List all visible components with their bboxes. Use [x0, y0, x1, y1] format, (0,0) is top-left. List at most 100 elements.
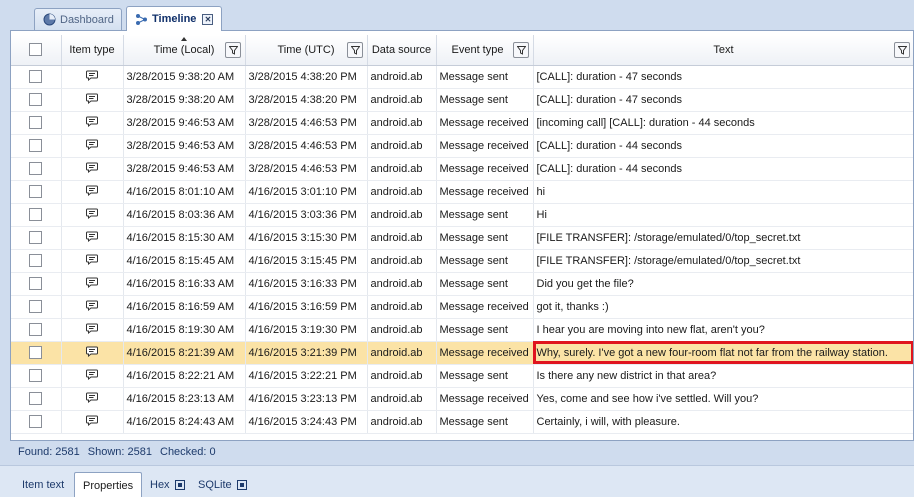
table-row[interactable]: 3/28/2015 9:38:20 AM 3/28/2015 4:38:20 PM…	[11, 88, 913, 112]
row-checkbox-cell[interactable]	[11, 387, 62, 411]
row-checkbox[interactable]	[29, 93, 43, 106]
row-checkbox-cell[interactable]	[11, 203, 62, 227]
event-type-cell: Message sent	[436, 203, 534, 227]
time-local-cell: 3/28/2015 9:38:20 AM	[123, 65, 246, 89]
tab-item-text[interactable]: Item text	[14, 472, 72, 497]
row-checkbox[interactable]	[29, 162, 43, 175]
row-checkbox-cell[interactable]	[11, 295, 62, 319]
row-checkbox[interactable]	[29, 323, 43, 336]
header-time-utc[interactable]: Time (UTC)	[245, 35, 368, 66]
time-local-cell: 4/16/2015 8:21:39 AM	[123, 341, 246, 365]
filter-time-local-button[interactable]	[224, 42, 241, 58]
message-icon	[86, 323, 98, 337]
table-row[interactable]: 3/28/2015 9:46:53 AM 3/28/2015 4:46:53 PM…	[11, 134, 913, 158]
tab-properties[interactable]: Properties	[74, 472, 143, 497]
table-row[interactable]: 4/16/2015 8:22:21 AM 4/16/2015 3:22:21 PM…	[11, 364, 913, 388]
data-source-cell: android.ab	[367, 410, 437, 434]
row-checkbox[interactable]	[29, 208, 43, 221]
row-checkbox[interactable]	[29, 70, 43, 83]
table-row[interactable]: 4/16/2015 8:03:36 AM 4/16/2015 3:03:36 PM…	[11, 203, 913, 227]
row-checkbox[interactable]	[29, 277, 43, 290]
event-type-cell: Message received	[436, 111, 534, 135]
close-icon[interactable]: ✕	[202, 13, 214, 25]
data-source-cell: android.ab	[367, 65, 437, 89]
time-local-cell: 4/16/2015 8:22:21 AM	[123, 364, 246, 388]
text-cell: Yes, come and see how i've settled. Will…	[533, 387, 913, 411]
row-checkbox-cell[interactable]	[11, 180, 62, 204]
filter-event-type-button[interactable]	[512, 42, 529, 58]
table-row[interactable]: 4/16/2015 8:15:30 AM 4/16/2015 3:15:30 PM…	[11, 226, 913, 250]
table-row[interactable]: 4/16/2015 8:16:59 AM 4/16/2015 3:16:59 PM…	[11, 295, 913, 319]
row-checkbox[interactable]	[29, 185, 43, 198]
row-checkbox[interactable]	[29, 369, 43, 382]
table-row[interactable]: 4/16/2015 8:01:10 AM 4/16/2015 3:01:10 PM…	[11, 180, 913, 204]
tab-sqlite[interactable]: SQLite	[190, 472, 255, 497]
row-checkbox[interactable]	[29, 116, 43, 129]
row-checkbox-cell[interactable]	[11, 65, 62, 89]
header-text[interactable]: Text	[533, 35, 913, 66]
tab-timeline[interactable]: Timeline ✕	[126, 6, 222, 31]
text-cell: Did you get the file?	[533, 272, 913, 296]
table-row[interactable]: 4/16/2015 8:21:39 AM 4/16/2015 3:21:39 PM…	[11, 341, 913, 365]
header-time-local[interactable]: Time (Local)	[123, 35, 246, 66]
bottom-tab-bar: Item text Properties Hex SQLite	[0, 465, 914, 497]
row-checkbox-cell[interactable]	[11, 157, 62, 181]
row-checkbox-cell[interactable]	[11, 272, 62, 296]
table-row[interactable]: 4/16/2015 8:16:33 AM 4/16/2015 3:16:33 PM…	[11, 272, 913, 296]
time-utc-cell: 4/16/2015 3:15:45 PM	[245, 249, 368, 273]
select-all-checkbox[interactable]	[29, 43, 43, 57]
row-checkbox[interactable]	[29, 254, 43, 267]
event-type-cell: Message received	[436, 180, 534, 204]
row-checkbox[interactable]	[29, 415, 43, 428]
table-row[interactable]: 4/16/2015 8:24:43 AM 4/16/2015 3:24:43 PM…	[11, 410, 913, 434]
row-checkbox-cell[interactable]	[11, 364, 62, 388]
header-event-type[interactable]: Event type	[436, 35, 534, 66]
table-row[interactable]: 3/28/2015 9:46:53 AM 3/28/2015 4:46:53 PM…	[11, 111, 913, 135]
header-data-source[interactable]: Data source	[367, 35, 437, 66]
text-cell: Hi	[533, 203, 913, 227]
table-row[interactable]: 4/16/2015 8:15:45 AM 4/16/2015 3:15:45 PM…	[11, 249, 913, 273]
item-type-cell	[61, 387, 124, 411]
row-checkbox-cell[interactable]	[11, 249, 62, 273]
item-type-cell	[61, 203, 124, 227]
pin-icon[interactable]	[174, 480, 185, 490]
tab-hex[interactable]: Hex	[142, 472, 193, 497]
item-type-cell	[61, 111, 124, 135]
row-checkbox-cell[interactable]	[11, 111, 62, 135]
table-row[interactable]: 4/16/2015 8:19:30 AM 4/16/2015 3:19:30 PM…	[11, 318, 913, 342]
row-checkbox-cell[interactable]	[11, 226, 62, 250]
time-utc-cell: 3/28/2015 4:46:53 PM	[245, 111, 368, 135]
row-checkbox-cell[interactable]	[11, 410, 62, 434]
data-source-cell: android.ab	[367, 272, 437, 296]
message-icon	[86, 392, 98, 406]
item-type-cell	[61, 272, 124, 296]
table-row[interactable]: 4/16/2015 8:23:13 AM 4/16/2015 3:23:13 PM…	[11, 387, 913, 411]
item-type-cell	[61, 318, 124, 342]
header-item-type[interactable]: Item type	[61, 35, 124, 66]
status-shown: Shown: 2581	[87, 446, 152, 458]
filter-time-utc-button[interactable]	[346, 42, 363, 58]
sort-ascending-icon	[181, 37, 187, 41]
table-row[interactable]: 3/28/2015 9:38:20 AM 3/28/2015 4:38:20 PM…	[11, 65, 913, 89]
row-checkbox[interactable]	[29, 231, 43, 244]
row-checkbox[interactable]	[29, 346, 43, 359]
row-checkbox-cell[interactable]	[11, 318, 62, 342]
timeline-grid[interactable]: Item type Time (Local) Time (UTC) Data s…	[11, 35, 913, 440]
row-checkbox[interactable]	[29, 392, 43, 405]
header-select-all[interactable]	[11, 35, 62, 66]
event-type-cell: Message sent	[436, 272, 534, 296]
row-checkbox[interactable]	[29, 300, 43, 313]
tab-dashboard[interactable]: Dashboard	[34, 8, 122, 30]
time-utc-cell: 3/28/2015 4:46:53 PM	[245, 157, 368, 181]
row-checkbox[interactable]	[29, 139, 43, 152]
row-checkbox-cell[interactable]	[11, 134, 62, 158]
table-row[interactable]: 3/28/2015 9:46:53 AM 3/28/2015 4:46:53 PM…	[11, 157, 913, 181]
time-local-cell: 3/28/2015 9:46:53 AM	[123, 134, 246, 158]
time-utc-cell: 4/16/2015 3:19:30 PM	[245, 318, 368, 342]
row-checkbox-cell[interactable]	[11, 88, 62, 112]
pin-icon[interactable]	[236, 480, 247, 490]
time-local-cell: 4/16/2015 8:03:36 AM	[123, 203, 246, 227]
filter-text-button[interactable]	[893, 42, 910, 58]
time-local-cell: 4/16/2015 8:24:43 AM	[123, 410, 246, 434]
row-checkbox-cell[interactable]	[11, 341, 62, 365]
